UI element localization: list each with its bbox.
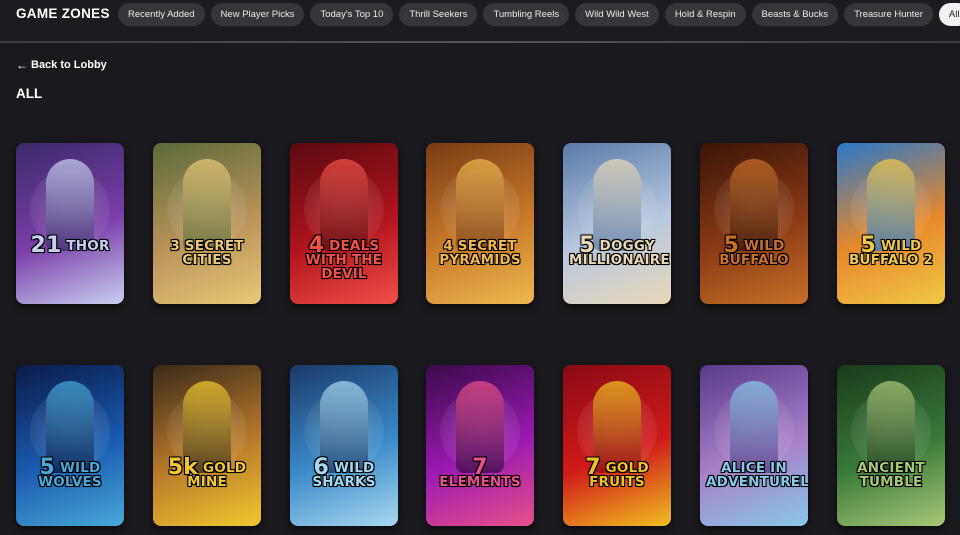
game-logo: ALICE IN ADVENTURELAND <box>706 461 808 489</box>
zone-pill[interactable]: Tumbling Reels <box>483 3 570 26</box>
game-tile[interactable]: ALICE IN ADVENTURELAND <box>700 365 808 526</box>
game-logo: 4 DEALS WITH THE DEVIL <box>296 235 392 282</box>
game-logo: 21 THOR <box>22 235 118 257</box>
back-to-lobby-link[interactable]: ← Back to Lobby <box>16 58 107 72</box>
zone-pill[interactable]: Wild Wild West <box>575 3 659 26</box>
game-logo-title: THOR <box>66 238 110 254</box>
game-logo-number: 21 <box>30 233 62 258</box>
game-tile[interactable]: 5 DOGGY MILLIONAIRE <box>563 143 671 304</box>
game-logo-title: 3 SECRET CITIES <box>170 238 244 268</box>
game-tile[interactable]: 3 SECRET CITIES <box>153 143 261 304</box>
game-logo: 5 WILD BUFFALO 2 <box>843 235 939 268</box>
game-logo: 5 WILD BUFFALO <box>706 235 802 268</box>
game-tile[interactable]: 7 GOLD FRUITS <box>563 365 671 526</box>
zone-pill[interactable]: Hold & Respin <box>664 3 746 26</box>
game-logo: 3 SECRET CITIES <box>159 239 255 267</box>
game-zones-header: GAME ZONES Recently Added New Player Pick… <box>0 0 960 42</box>
game-tile[interactable]: 6 WILD SHARKS <box>290 365 398 526</box>
game-tile[interactable]: 5k GOLD MINE <box>153 365 261 526</box>
zone-pill[interactable]: Beasts & Bucks <box>751 3 839 26</box>
game-logo-title: ANCIENT TUMBLE <box>857 460 925 490</box>
game-logo: ANCIENT TUMBLE <box>843 461 939 489</box>
zone-filter-pills: Recently Added New Player Picks Today's To… <box>118 3 960 26</box>
game-tile[interactable]: ANCIENT TUMBLE <box>837 365 945 526</box>
back-to-lobby-label: Back to Lobby <box>31 59 107 71</box>
game-tile[interactable]: 5 WILD WOLVES <box>16 365 124 526</box>
game-logo-title: ALICE IN ADVENTURELAND <box>706 460 808 490</box>
game-logo: 6 WILD SHARKS <box>296 457 392 490</box>
zone-pill[interactable]: Thrill Seekers <box>399 3 478 26</box>
zone-pill[interactable]: Treasure Hunter <box>844 3 933 26</box>
game-tile[interactable]: 21 THOR <box>16 143 124 304</box>
game-tile[interactable]: 7 ELEMENTS <box>426 365 534 526</box>
game-logo: 7 ELEMENTS <box>432 457 528 490</box>
game-logo: 5k GOLD MINE <box>159 457 255 490</box>
zone-pill[interactable]: Recently Added <box>118 3 205 26</box>
game-logo: 5 WILD WOLVES <box>22 457 118 490</box>
zone-pill[interactable]: New Player Picks <box>210 3 305 26</box>
arrow-left-icon: ← <box>16 58 28 72</box>
header-divider <box>0 41 960 43</box>
game-tile[interactable]: 4 SECRET PYRAMIDS <box>426 143 534 304</box>
game-logo-title: ELEMENTS <box>439 474 521 490</box>
game-tile[interactable]: 5 WILD BUFFALO 2 <box>837 143 945 304</box>
game-tile[interactable]: 5 WILD BUFFALO <box>700 143 808 304</box>
game-logo: 5 DOGGY MILLIONAIRE <box>569 235 670 268</box>
zone-pill[interactable]: Today's Top 10 <box>310 3 394 26</box>
section-title: ALL <box>16 86 43 101</box>
game-logo-title: 4 SECRET PYRAMIDS <box>439 238 521 268</box>
game-logo: 7 GOLD FRUITS <box>569 457 665 490</box>
game-zones-title: GAME ZONES <box>16 6 110 21</box>
game-logo: 4 SECRET PYRAMIDS <box>432 239 528 267</box>
zone-pill[interactable]: All <box>938 3 960 26</box>
game-tile[interactable]: 4 DEALS WITH THE DEVIL <box>290 143 398 304</box>
